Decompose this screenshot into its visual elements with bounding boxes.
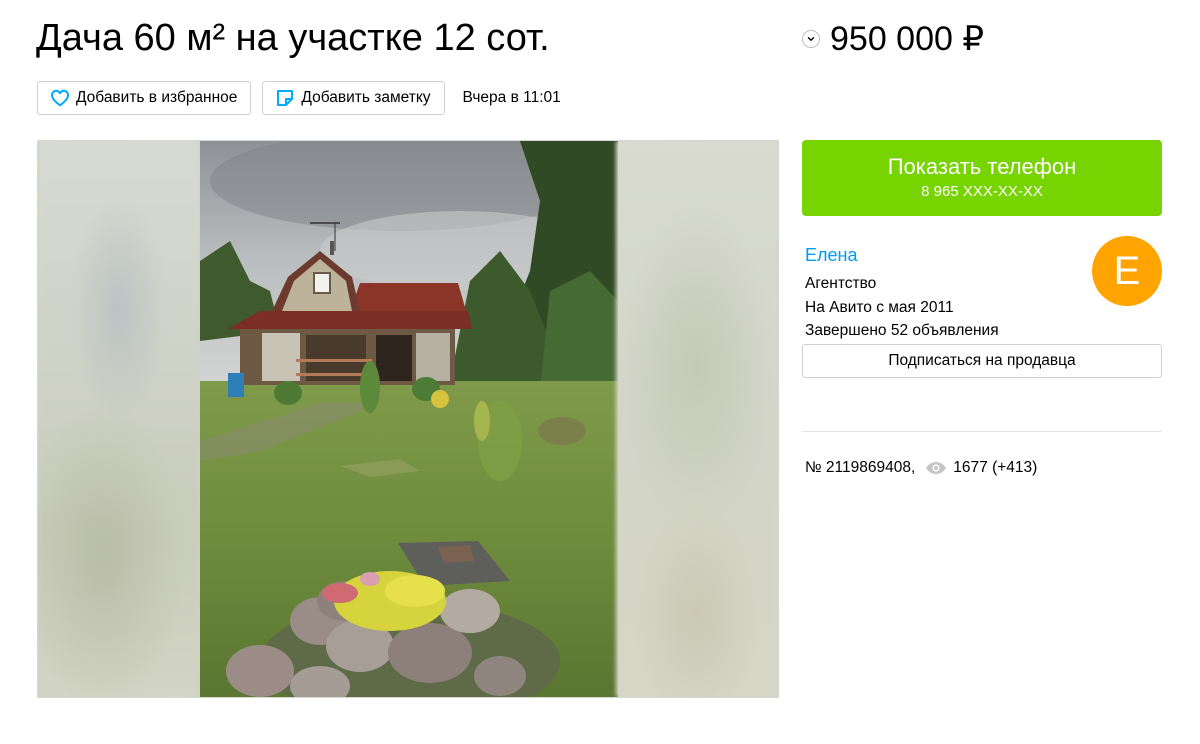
chevron-down-icon[interactable] [802,30,820,48]
gallery-blur-right [616,141,778,697]
avatar[interactable]: Е [1092,236,1162,306]
eye-icon [925,461,947,475]
listing-title: Дача 60 м² на участке 12 сот. [36,17,550,59]
add-to-favorites-button[interactable]: Добавить в избранное [37,81,252,115]
seller-completed: Завершено 52 объявления [805,322,999,339]
show-phone-button[interactable]: Показать телефон 8 965 XXX-XX-XX [802,140,1162,216]
listing-actions: Добавить в избранное Добавить заметку Вч… [37,81,561,115]
heart-icon [50,89,70,107]
main-photo[interactable] [200,141,618,697]
add-note-label: Добавить заметку [301,89,431,106]
seller-type: Агентство [805,275,877,292]
add-note-button[interactable]: Добавить заметку [262,81,445,115]
photo-gallery[interactable] [37,140,779,698]
add-to-favorites-label: Добавить в избранное [76,89,238,106]
seller-card: Елена Агентство На Авито с мая 2011 Заве… [802,236,1162,344]
subscribe-label: Подписаться на продавца [888,352,1076,369]
price-block: 950 000 ₽ [802,16,984,62]
listing-number: № 2119869408, [805,459,916,476]
published-date: Вчера в 11:01 [462,89,561,106]
sidebar: Показать телефон 8 965 XXX-XX-XX Елена А… [802,140,1162,478]
seller-since: На Авито с мая 2011 [805,299,954,316]
subscribe-seller-button[interactable]: Подписаться на продавца [802,344,1162,378]
gallery-blur-left [38,141,200,697]
view-count: 1677 (+413) [953,459,1038,476]
divider [802,431,1162,432]
seller-name-link[interactable]: Елена [805,244,857,266]
show-phone-label: Показать телефон [887,154,1077,179]
listing-meta: № 2119869408, 1677 (+413) [802,458,1162,478]
phone-masked: 8 965 XXX-XX-XX [921,183,1043,200]
price: 950 000 ₽ [830,20,984,58]
note-icon [275,88,295,108]
